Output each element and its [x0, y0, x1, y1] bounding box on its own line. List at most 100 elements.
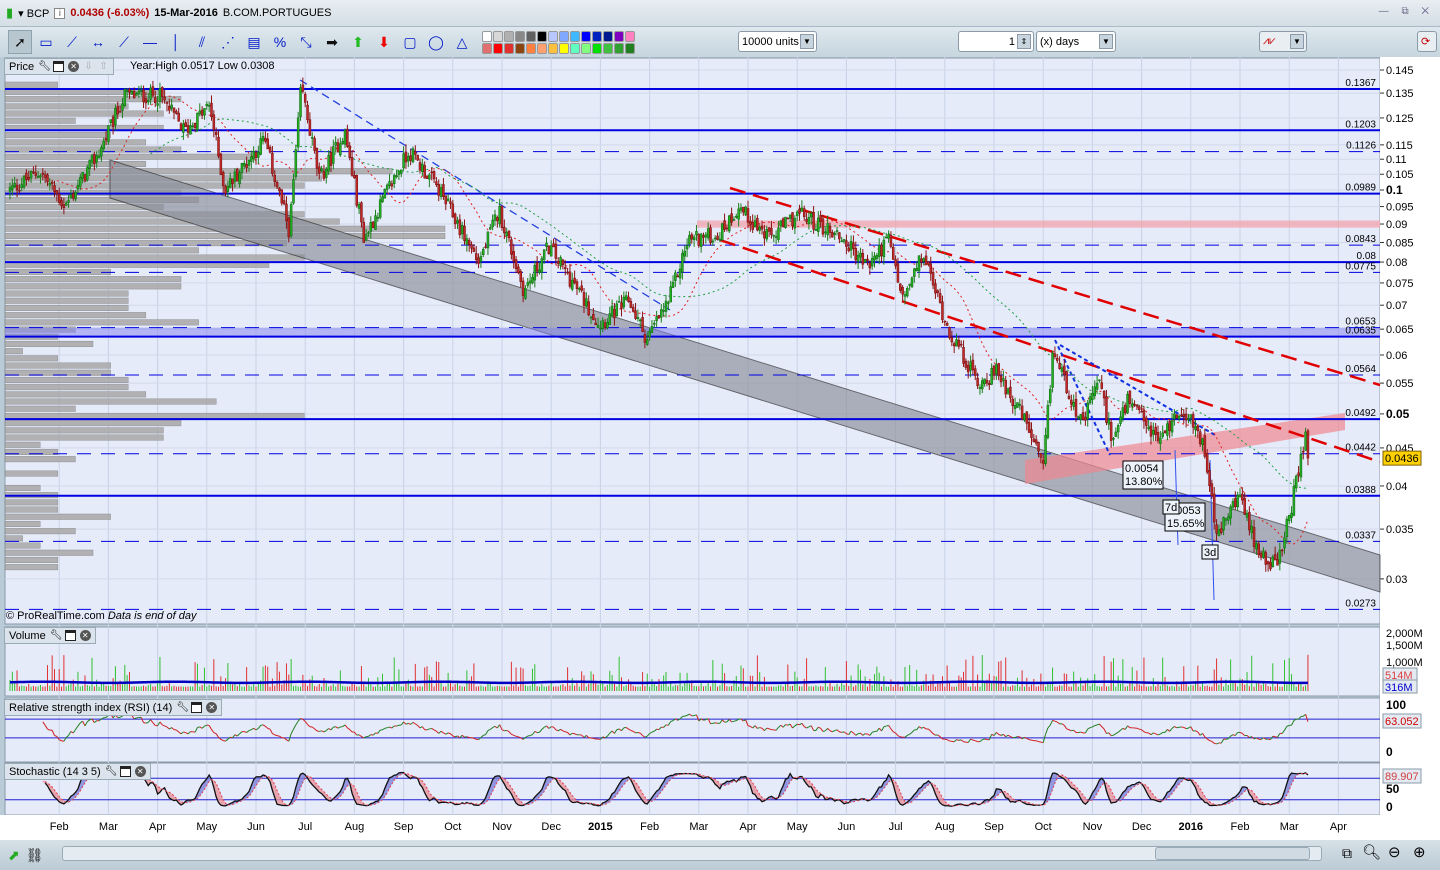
window-icon[interactable] [191, 702, 203, 713]
close-icon[interactable]: ✕ [206, 702, 218, 713]
up-arrow-icon[interactable]: ⬆ [346, 30, 370, 54]
volume-profile-bar [4, 117, 76, 124]
candle-body [660, 309, 663, 318]
window-icon[interactable] [119, 766, 131, 777]
units-dropdown[interactable]: 10000 units ▼ [738, 31, 817, 52]
symbol-dropdown[interactable]: ▾ BCP [18, 7, 49, 20]
candle-body [88, 160, 91, 170]
fibonacci-icon[interactable]: ▤ [242, 30, 266, 54]
candle-body [533, 264, 537, 281]
candle-body [826, 223, 829, 236]
color-swatch[interactable] [504, 30, 514, 42]
candlestick-icon[interactable]: ▮ [6, 5, 13, 21]
horizontal-measure-icon[interactable]: ↔ [86, 30, 110, 54]
candle-body [72, 193, 75, 199]
trendline-icon[interactable]: ⟋ [112, 30, 136, 54]
window-icon[interactable] [53, 61, 65, 72]
fan-icon[interactable]: ⋰ [216, 30, 240, 54]
horizontal-scrollbar[interactable] [62, 846, 1322, 861]
zoom-fit-icon[interactable]: 🔍︎ [1362, 843, 1381, 861]
candle-settings-icon[interactable]: ⧉ [1342, 845, 1352, 862]
color-swatch[interactable] [603, 30, 613, 42]
color-swatch[interactable] [548, 30, 558, 42]
color-swatch[interactable] [592, 42, 602, 54]
chevron-down-icon[interactable]: ▼ [1290, 34, 1304, 49]
zoom-in-icon[interactable]: ⊕ [1413, 843, 1426, 861]
color-swatch[interactable] [482, 30, 492, 42]
ruler-icon[interactable]: ▭ [34, 30, 58, 54]
color-swatch[interactable] [570, 42, 580, 54]
chart-area[interactable]: Feb Mar Apr May Jun Jul Aug Sep Oct Nov Dec 2015 Feb… [0, 57, 1440, 840]
color-swatch[interactable] [592, 30, 602, 42]
indicators-button[interactable]: ⩘⩗ ▼ [1259, 31, 1307, 52]
measure-box-text: 13.80% [1125, 476, 1163, 488]
percent-icon[interactable]: % [268, 30, 292, 54]
x-tick-label: Nov [1083, 821, 1103, 833]
candle-body [962, 347, 965, 364]
color-swatch[interactable] [570, 30, 580, 42]
move-up-icon[interactable]: ⇧ [98, 61, 109, 72]
color-swatch[interactable] [482, 42, 492, 54]
wrench-icon[interactable]: 🔧︎ [38, 61, 51, 72]
down-arrow-icon[interactable]: ⬇ [372, 30, 396, 54]
candle-body [622, 296, 626, 308]
color-swatch[interactable] [537, 30, 547, 42]
candle-body [603, 322, 607, 328]
channel-icon[interactable]: ⫽ [190, 30, 214, 54]
scrollbar-thumb[interactable] [1155, 847, 1310, 860]
close-icon[interactable]: ✕ [79, 630, 91, 641]
candle-body [901, 287, 904, 295]
candle-body [1269, 562, 1272, 570]
color-swatch[interactable] [504, 42, 514, 54]
color-swatch[interactable] [581, 30, 591, 42]
arrow-points-icon[interactable]: ⤡ [294, 30, 318, 54]
move-down-icon[interactable]: ⇩ [83, 61, 94, 72]
color-swatch[interactable] [515, 42, 525, 54]
period-unit-dropdown[interactable]: (x) days ▼ [1036, 31, 1116, 52]
chevron-down-icon[interactable]: ▼ [1099, 34, 1113, 49]
color-swatch[interactable] [559, 42, 569, 54]
color-swatch[interactable] [537, 42, 547, 54]
ellipse-icon[interactable]: ◯ [424, 30, 448, 54]
color-swatch[interactable] [526, 30, 536, 42]
color-swatch[interactable] [581, 42, 591, 54]
level-label: 0.0337 [1345, 530, 1376, 541]
horizontal-line-icon[interactable]: — [138, 30, 162, 54]
wrench-icon[interactable]: 🔧︎ [50, 630, 63, 641]
color-swatch[interactable] [625, 30, 635, 42]
zoom-out-icon[interactable]: ⊖ [1388, 843, 1401, 861]
refresh-button[interactable]: ⟳ [1417, 31, 1437, 52]
stepper-icon[interactable]: ⇕ [1017, 34, 1031, 49]
line-icon[interactable]: ⟋ [60, 30, 84, 54]
color-swatch[interactable] [493, 30, 503, 42]
window-controls[interactable]: — ⧉ ✕ [1379, 6, 1434, 17]
rsi-segment [223, 740, 226, 742]
close-icon[interactable]: ✕ [68, 61, 80, 72]
candle [1051, 350, 1054, 393]
color-swatch[interactable] [548, 42, 558, 54]
close-icon[interactable]: ✕ [134, 766, 146, 777]
wrench-icon[interactable]: 🔧︎ [105, 766, 118, 777]
volume-profile-bar [4, 276, 182, 283]
pointer-icon[interactable]: ➚ [8, 30, 32, 54]
color-swatch[interactable] [625, 42, 635, 54]
wrench-icon[interactable]: 🔧︎ [176, 702, 189, 713]
color-swatch[interactable] [614, 42, 624, 54]
color-swatch[interactable] [493, 42, 503, 54]
link-icon[interactable]: ⛓ [26, 847, 44, 864]
vertical-line-icon[interactable]: │ [164, 30, 188, 54]
color-swatch[interactable] [515, 30, 525, 42]
window-icon[interactable] [64, 630, 76, 641]
chevron-down-icon[interactable]: ▼ [800, 34, 814, 49]
color-swatch[interactable] [603, 42, 613, 54]
color-swatch[interactable] [559, 30, 569, 42]
right-arrow-icon[interactable]: ➡ [320, 30, 344, 54]
color-swatch[interactable] [614, 30, 624, 42]
candle-body [1166, 423, 1169, 436]
info-icon[interactable]: i [54, 7, 66, 19]
rectangle-icon[interactable]: ▢ [398, 30, 422, 54]
color-swatch[interactable] [526, 42, 536, 54]
export-icon[interactable]: ⬈ [8, 847, 20, 864]
period-stepper[interactable]: 1 ⇕ [958, 31, 1034, 52]
triangle-icon[interactable]: △ [450, 30, 474, 54]
